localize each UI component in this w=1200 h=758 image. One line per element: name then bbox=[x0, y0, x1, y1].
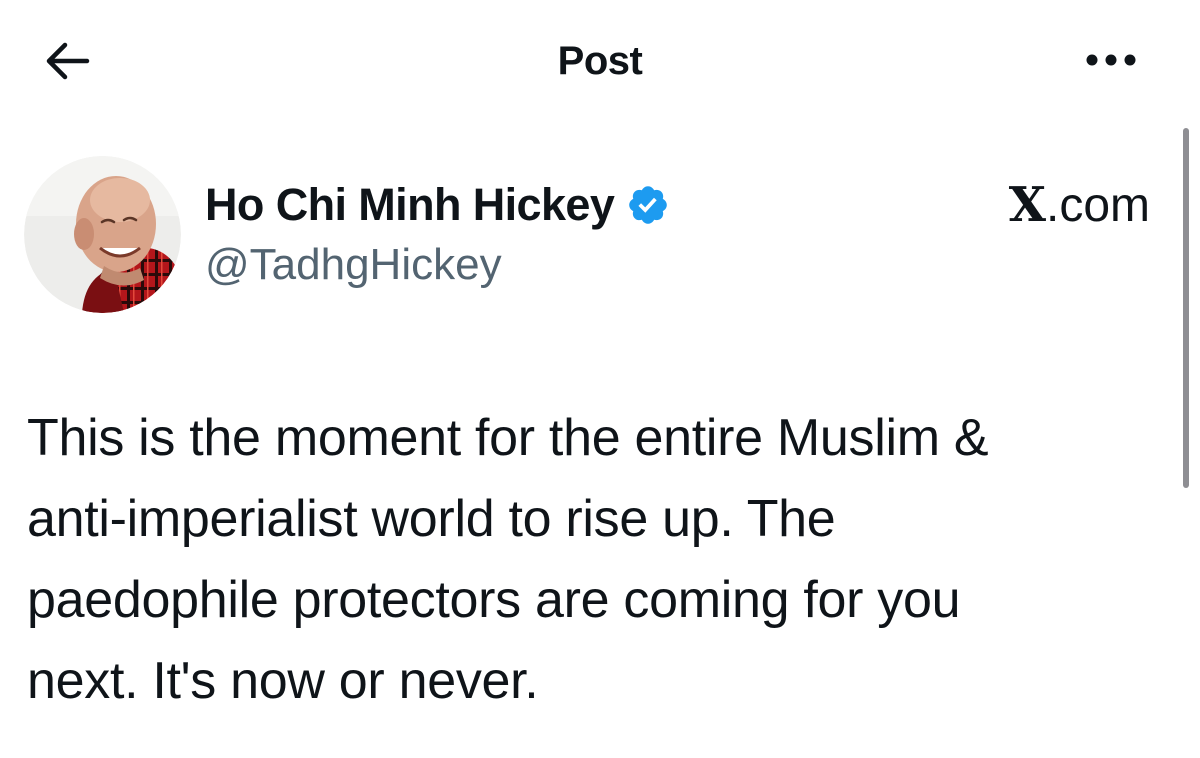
arrow-left-icon bbox=[46, 42, 90, 80]
avatar-photo bbox=[24, 156, 181, 313]
verified-badge-icon bbox=[626, 183, 670, 227]
top-bar: Post bbox=[0, 0, 1200, 120]
more-horizontal-icon bbox=[1086, 54, 1136, 66]
more-options-button[interactable] bbox=[1076, 40, 1146, 80]
post-text: This is the moment for the entire Muslim… bbox=[27, 409, 989, 710]
author-avatar[interactable] bbox=[24, 156, 181, 313]
x-com-watermark: X.com bbox=[960, 178, 1150, 232]
author-display-name[interactable]: Ho Chi Minh Hickey bbox=[205, 179, 615, 231]
author-handle[interactable]: @TadhgHickey bbox=[205, 240, 502, 290]
back-button[interactable] bbox=[36, 36, 96, 86]
author-name-row: Ho Chi Minh Hickey bbox=[205, 178, 670, 232]
scrollbar[interactable] bbox=[1183, 128, 1189, 488]
watermark-suffix: .com bbox=[1045, 179, 1150, 232]
x-logo-glyph: X bbox=[1008, 177, 1046, 233]
page-title: Post bbox=[557, 39, 643, 83]
